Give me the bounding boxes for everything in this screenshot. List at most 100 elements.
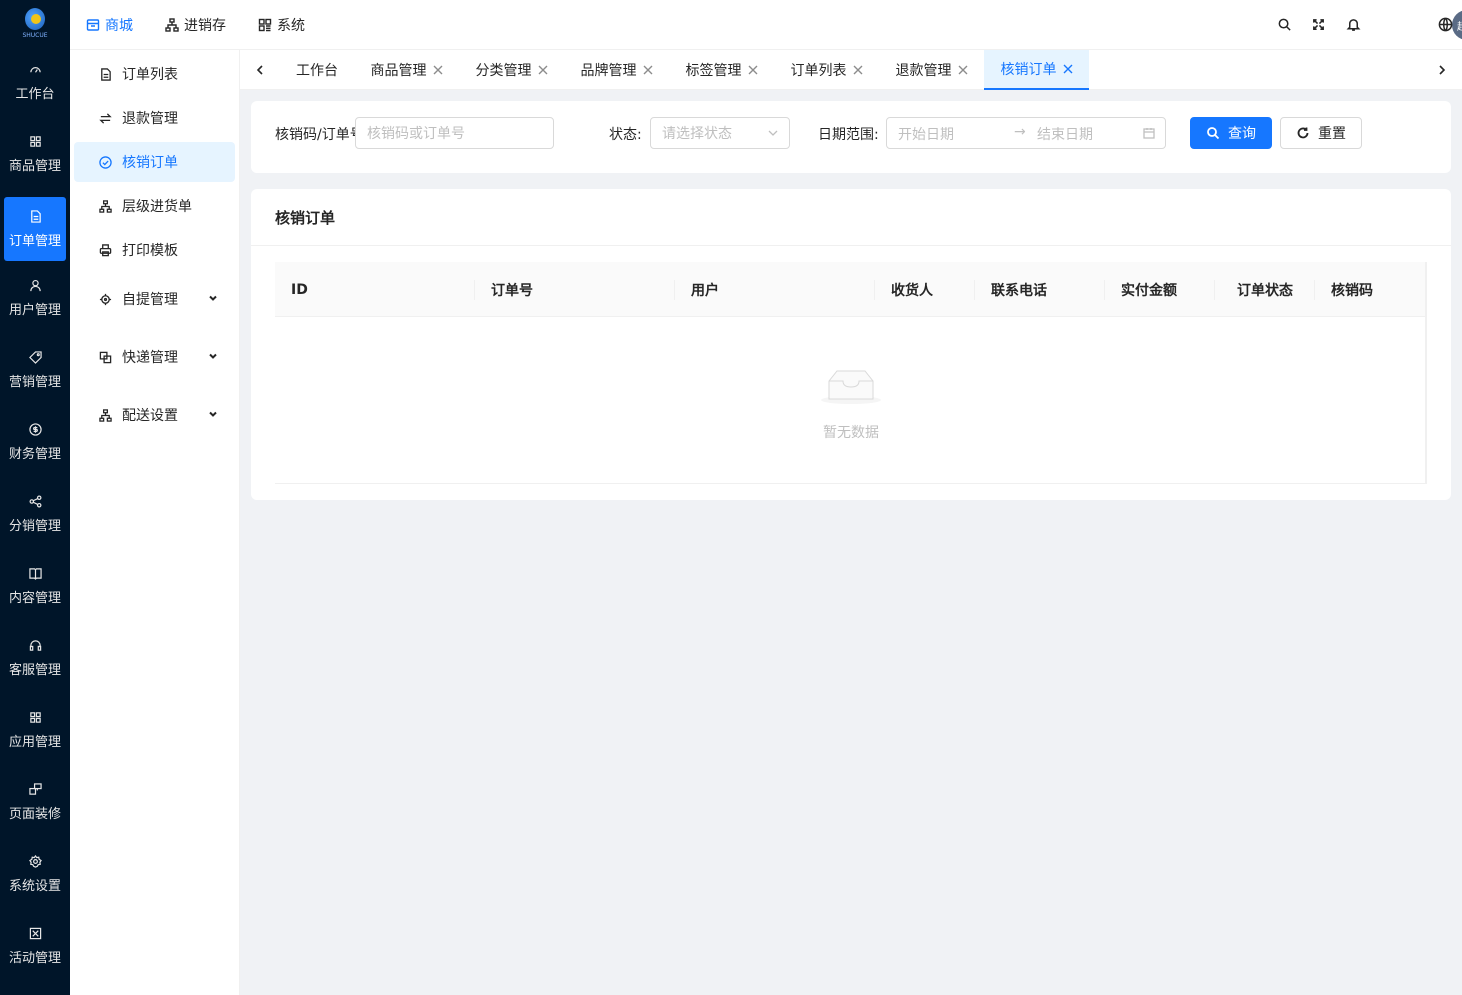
activity-icon [28, 927, 42, 941]
empty-text: 暂无数据 [823, 425, 879, 441]
rail-item-distribution[interactable]: 分销管理 [4, 482, 66, 546]
rail-item-service[interactable]: 客服管理 [4, 626, 66, 690]
subnav-label: 退款管理 [122, 111, 178, 127]
document-icon [28, 210, 42, 224]
table-card: 核销订单 ID 订单号 用户 收货人 联系电话 实付金额 订单状态 核销码 暂无… [251, 189, 1451, 500]
topnav-system[interactable]: 系统 [258, 0, 305, 50]
date-range-picker[interactable]: 开始日期 → 结束日期 [886, 117, 1166, 149]
topnav-label: 进销存 [184, 18, 226, 34]
reload-icon [1297, 127, 1309, 139]
subnav-pickup[interactable]: 自提管理 [74, 279, 235, 319]
search-button-label: 查询 [1228, 126, 1256, 142]
logo-text: SHUCUE [22, 32, 48, 39]
subnav-label: 打印模板 [122, 243, 178, 259]
column-header-order-status: 订单状态 [1237, 282, 1293, 299]
layout-icon [28, 783, 42, 797]
subnav-delivery-settings[interactable]: 配送设置 [74, 395, 235, 435]
chevron-down-icon [207, 350, 219, 362]
rail-item-dashboard[interactable]: 工作台 [4, 50, 66, 114]
rail-item-page-design[interactable]: 页面装修 [4, 770, 66, 834]
tab-label: 品牌管理 [580, 63, 637, 79]
date-filter-label: 日期范围: [818, 127, 879, 143]
close-icon[interactable] [1063, 64, 1073, 74]
column-divider [974, 280, 975, 300]
avatar-text: 超管 [1457, 18, 1462, 33]
tab-scroll-right[interactable] [1422, 50, 1462, 90]
tag-icon [28, 351, 42, 365]
code-input[interactable]: 核销码或订单号 [355, 117, 554, 149]
tab-refunds[interactable]: 退款管理 [879, 50, 984, 90]
table-header: ID 订单号 用户 收货人 联系电话 实付金额 订单状态 核销码 [275, 262, 1427, 317]
chevron-right-icon [1439, 65, 1446, 75]
gear-icon [28, 855, 42, 869]
subnav-tiered-purchase[interactable]: 层级进货单 [74, 186, 235, 226]
rail-item-users[interactable]: 用户管理 [4, 266, 66, 330]
close-icon[interactable] [748, 65, 758, 75]
column-divider [874, 280, 875, 300]
grid-icon [258, 18, 272, 32]
tab-scroll-left[interactable] [240, 50, 280, 90]
hierarchy-icon [98, 199, 112, 213]
search-button[interactable]: 查询 [1190, 117, 1272, 149]
tab-products[interactable]: 商品管理 [354, 50, 459, 90]
tab-order-list[interactable]: 订单列表 [774, 50, 879, 90]
fullscreen-icon[interactable] [1309, 15, 1327, 33]
rail-item-label: 活动管理 [8, 950, 61, 966]
close-icon[interactable] [853, 65, 863, 75]
filter-card: 核销码/订单号: 核销码或订单号 状态: 请选择状态 日期范围: 开始日期 → … [251, 101, 1451, 173]
printer-icon [98, 243, 112, 257]
status-select-placeholder: 请选择状态 [662, 126, 732, 142]
rail-item-label: 营销管理 [8, 374, 61, 390]
rail-item-label: 客服管理 [8, 662, 61, 678]
subnav-express[interactable]: 快递管理 [74, 337, 235, 377]
date-start-input[interactable]: 开始日期 [898, 124, 954, 144]
scrollbar[interactable] [1425, 262, 1427, 484]
subnav-label: 核销订单 [122, 155, 178, 171]
tab-categories[interactable]: 分类管理 [459, 50, 564, 90]
column-divider [1314, 280, 1315, 300]
rail-item-apps[interactable]: 应用管理 [4, 698, 66, 762]
search-icon [1207, 127, 1220, 140]
rail-item-content[interactable]: 内容管理 [4, 554, 66, 618]
tab-brands[interactable]: 品牌管理 [564, 50, 669, 90]
chevron-down-icon [767, 127, 779, 139]
topnav-label: 商城 [105, 18, 133, 34]
date-end-input[interactable]: 结束日期 [1037, 124, 1093, 144]
subnav-verify-orders[interactable]: 核销订单 [74, 142, 235, 182]
subnav-print-templates[interactable]: 打印模板 [74, 230, 235, 270]
rail-item-label: 商品管理 [8, 158, 61, 174]
bell-icon[interactable] [1344, 15, 1362, 33]
tab-tags[interactable]: 标签管理 [669, 50, 774, 90]
divider [251, 245, 1451, 246]
tab-verify-orders[interactable]: 核销订单 [984, 50, 1089, 90]
tab-label: 商品管理 [370, 63, 427, 79]
chevron-down-icon [207, 292, 219, 304]
rail-item-orders[interactable]: 订单管理 [4, 197, 66, 261]
subnav-order-list[interactable]: 订单列表 [74, 54, 235, 94]
tab-dashboard[interactable]: 工作台 [280, 50, 354, 90]
rail-item-finance[interactable]: 财务管理 [4, 410, 66, 474]
logo[interactable]: SHUCUE [0, 0, 70, 50]
search-icon[interactable] [1275, 15, 1293, 33]
rail-item-marketing[interactable]: 营销管理 [4, 338, 66, 402]
subnav-refunds[interactable]: 退款管理 [74, 98, 235, 138]
rail-item-products[interactable]: 商品管理 [4, 122, 66, 186]
document-icon [98, 67, 112, 81]
tab-label: 订单列表 [790, 63, 847, 79]
reset-button[interactable]: 重置 [1280, 117, 1362, 149]
dashboard-icon [28, 63, 42, 77]
globe-icon[interactable] [1436, 15, 1454, 33]
close-icon[interactable] [538, 65, 548, 75]
swap-icon [98, 111, 112, 125]
close-icon[interactable] [958, 65, 968, 75]
subnav-label: 自提管理 [122, 292, 178, 308]
status-select[interactable]: 请选择状态 [650, 117, 790, 149]
column-header-phone: 联系电话 [991, 282, 1047, 299]
rail-item-activity[interactable]: 活动管理 [4, 914, 66, 978]
status-filter-label: 状态: [609, 127, 642, 143]
close-icon[interactable] [643, 65, 653, 75]
close-icon[interactable] [433, 65, 443, 75]
topnav-store[interactable]: 商城 [86, 0, 133, 50]
topnav-inventory[interactable]: 进销存 [165, 0, 226, 50]
rail-item-settings[interactable]: 系统设置 [4, 842, 66, 906]
